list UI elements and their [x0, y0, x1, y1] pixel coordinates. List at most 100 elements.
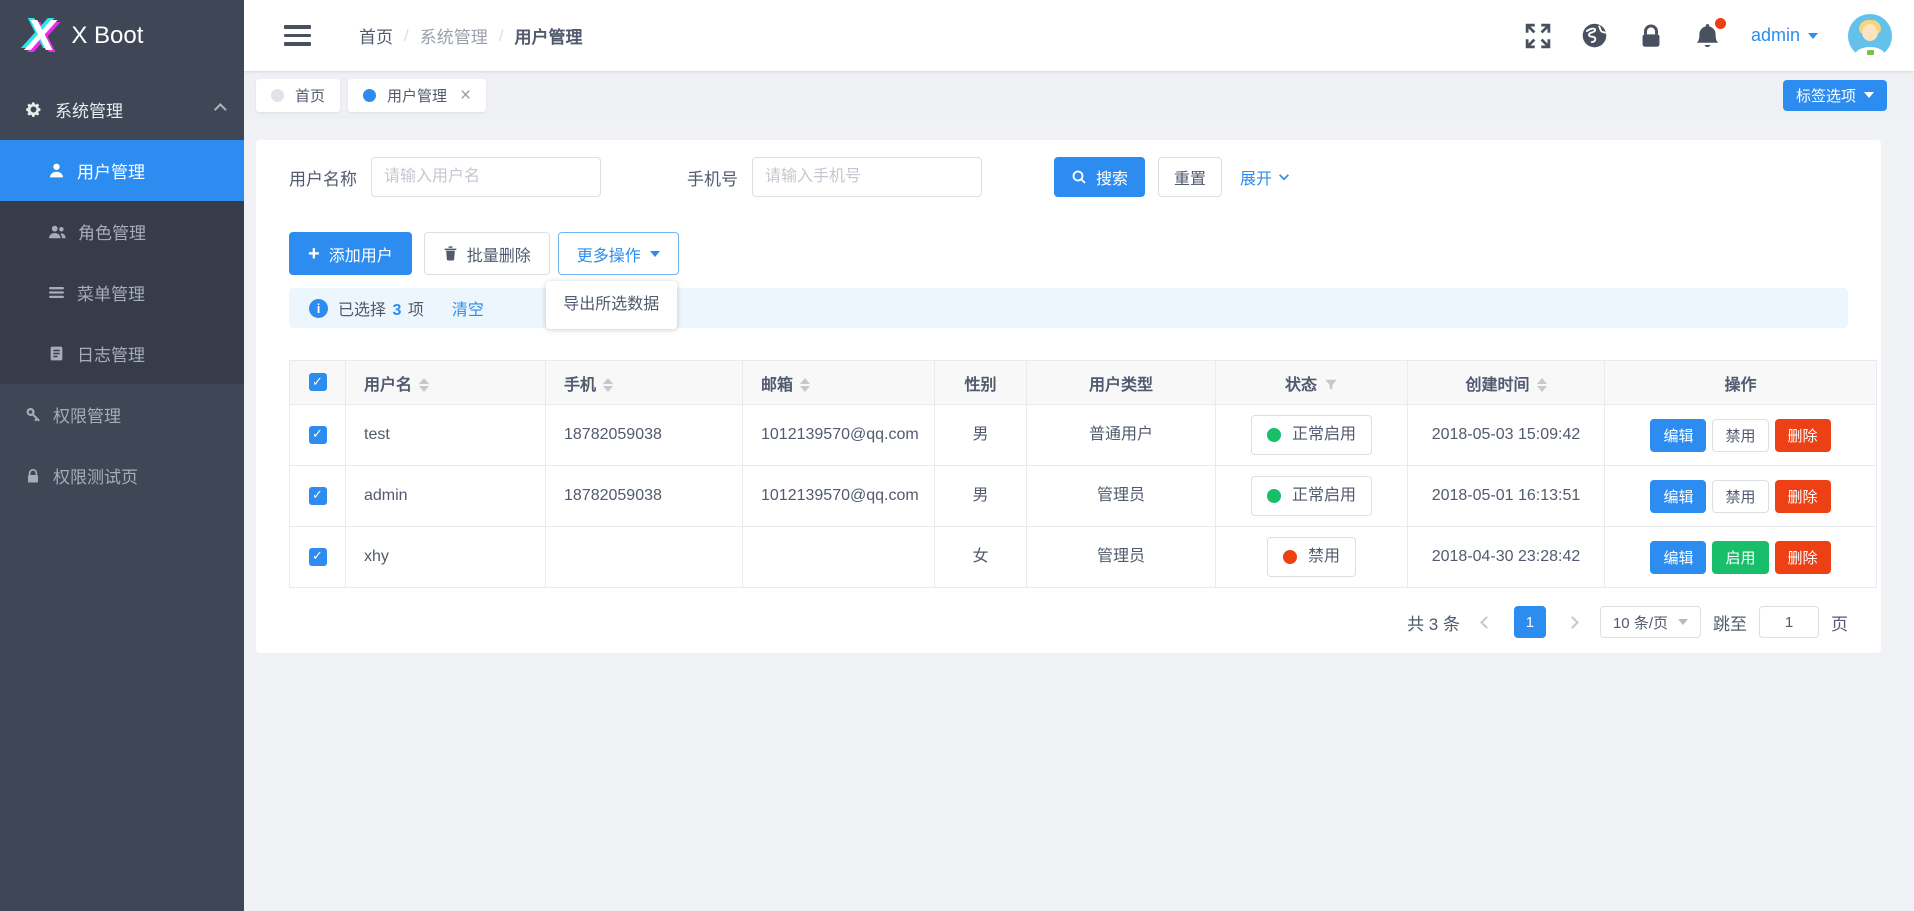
cell-created-at: 2018-05-01 16:13:51 [1408, 466, 1605, 527]
phone-search-input[interactable] [752, 157, 982, 197]
pagination-total: 共 3 条 [1407, 610, 1460, 635]
fullscreen-icon[interactable] [1525, 23, 1551, 49]
cell-phone: 18782059038 [546, 466, 743, 527]
breadcrumb: 首页 / 系统管理 / 用户管理 [359, 23, 582, 48]
logo-x-glyph: X [26, 14, 55, 58]
tag-用户管理[interactable]: 用户管理× [348, 79, 486, 112]
trash-icon [443, 246, 458, 261]
username-search-input[interactable] [371, 157, 601, 197]
sidebar-submenu: 用户管理角色管理菜单管理日志管理 [0, 140, 244, 384]
app-logo[interactable]: X X Boot [0, 0, 244, 71]
disable-button[interactable]: 禁用 [1712, 419, 1768, 452]
column-header-checkbox: ✓ [290, 361, 346, 405]
add-user-button[interactable]: + 添加用户 [289, 232, 412, 275]
hamburger-menu-icon[interactable] [284, 25, 311, 46]
sidebar-item-菜单管理[interactable]: 菜单管理 [0, 262, 244, 323]
more-actions-button[interactable]: 更多操作 [558, 232, 679, 275]
cell-created-at: 2018-04-30 23:28:42 [1408, 527, 1605, 588]
tag-options-button[interactable]: 标签选项 [1783, 80, 1887, 111]
globe-icon[interactable] [1581, 22, 1608, 49]
column-header-操作: 操作 [1605, 361, 1877, 405]
delete-button[interactable]: 删除 [1775, 541, 1831, 574]
breadcrumb-home[interactable]: 首页 [359, 23, 393, 48]
search-icon [1071, 169, 1087, 185]
notification-dot [1715, 18, 1726, 29]
expand-link[interactable]: 展开 [1240, 165, 1291, 189]
disable-button[interactable]: 禁用 [1712, 480, 1768, 513]
key-icon [25, 407, 41, 423]
sort-icon[interactable] [603, 378, 613, 392]
funnel-icon[interactable] [1324, 378, 1338, 392]
sort-icon[interactable] [1537, 378, 1547, 392]
username-label: admin [1751, 25, 1800, 46]
cell-phone: 18782059038 [546, 405, 743, 466]
edit-button[interactable]: 编辑 [1650, 480, 1706, 513]
cell-created-at: 2018-05-03 15:09:42 [1408, 405, 1605, 466]
cell-status: 正常启用 [1216, 405, 1408, 466]
column-label: 用户类型 [1089, 377, 1153, 394]
row-checkbox[interactable]: ✓ [309, 426, 327, 444]
selection-prefix: 已选择 [338, 302, 386, 319]
username-field-label: 用户名称 [289, 165, 357, 190]
status-dot [1283, 550, 1297, 564]
next-page-button[interactable] [1558, 606, 1588, 638]
row-checkbox-cell: ✓ [290, 527, 346, 588]
chevron-down-icon [1277, 170, 1291, 184]
tag-首页[interactable]: 首页 [256, 79, 340, 112]
status-badge: 正常启用 [1251, 476, 1372, 516]
page-number-button[interactable]: 1 [1514, 606, 1546, 638]
row-checkbox[interactable]: ✓ [309, 487, 327, 505]
clear-selection-link[interactable]: 清空 [452, 296, 484, 320]
dropdown-item-export[interactable]: 导出所选数据 [546, 287, 677, 323]
status-label: 正常启用 [1292, 424, 1356, 446]
jump-label: 跳至 [1713, 610, 1747, 635]
chevron-down-icon [1864, 92, 1874, 98]
sidebar-item-用户管理[interactable]: 用户管理 [0, 140, 244, 201]
row-checkbox[interactable]: ✓ [309, 548, 327, 566]
prev-page-button[interactable] [1472, 606, 1502, 638]
status-dot [1267, 428, 1281, 442]
delete-button[interactable]: 删除 [1775, 480, 1831, 513]
batch-delete-button[interactable]: 批量删除 [424, 232, 550, 275]
user-icon [48, 162, 65, 179]
search-button[interactable]: 搜索 [1054, 157, 1145, 197]
row-checkbox-cell: ✓ [290, 405, 346, 466]
sidebar-item-角色管理[interactable]: 角色管理 [0, 201, 244, 262]
chevron-down-icon [1808, 33, 1818, 39]
sidebar-item-权限测试页[interactable]: 权限测试页 [0, 445, 244, 506]
status-dot [1267, 489, 1281, 503]
menu-list-icon [48, 284, 65, 301]
status-label: 禁用 [1308, 546, 1340, 568]
cell-phone [546, 527, 743, 588]
sort-icon[interactable] [800, 378, 810, 392]
sidebar-group-toggle[interactable]: 系统管理 [0, 79, 244, 140]
cell-gender: 男 [935, 405, 1027, 466]
edit-button[interactable]: 编辑 [1650, 419, 1706, 452]
sidebar-item-权限管理[interactable]: 权限管理 [0, 384, 244, 445]
table-row: ✓xhy女管理员禁用2018-04-30 23:28:42编辑启用删除 [290, 527, 1877, 588]
chevron-left-icon [1481, 616, 1494, 629]
lock-icon[interactable] [1638, 23, 1664, 49]
close-icon[interactable]: × [460, 86, 471, 105]
enable-button[interactable]: 启用 [1712, 541, 1768, 574]
column-header-创建时间: 创建时间 [1408, 361, 1605, 405]
reset-button[interactable]: 重置 [1158, 157, 1222, 197]
tag-dot [271, 89, 284, 102]
more-actions-wrap: 更多操作 导出所选数据 [558, 232, 679, 275]
breadcrumb-current: 用户管理 [514, 23, 582, 48]
tag-dot [363, 89, 376, 102]
user-menu[interactable]: admin [1751, 25, 1818, 46]
column-label: 创建时间 [1465, 377, 1529, 394]
jump-page-input[interactable] [1759, 606, 1819, 638]
sidebar-item-日志管理[interactable]: 日志管理 [0, 323, 244, 384]
cell-gender: 男 [935, 466, 1027, 527]
select-all-checkbox[interactable]: ✓ [309, 373, 327, 391]
page-size-select[interactable]: 10 条/页 [1600, 606, 1701, 638]
bell-icon[interactable] [1694, 22, 1721, 49]
sort-icon[interactable] [419, 378, 429, 392]
delete-button[interactable]: 删除 [1775, 419, 1831, 452]
edit-button[interactable]: 编辑 [1650, 541, 1706, 574]
avatar[interactable] [1848, 14, 1892, 58]
breadcrumb-system[interactable]: 系统管理 [420, 23, 488, 48]
cell-user-type: 普通用户 [1027, 405, 1216, 466]
